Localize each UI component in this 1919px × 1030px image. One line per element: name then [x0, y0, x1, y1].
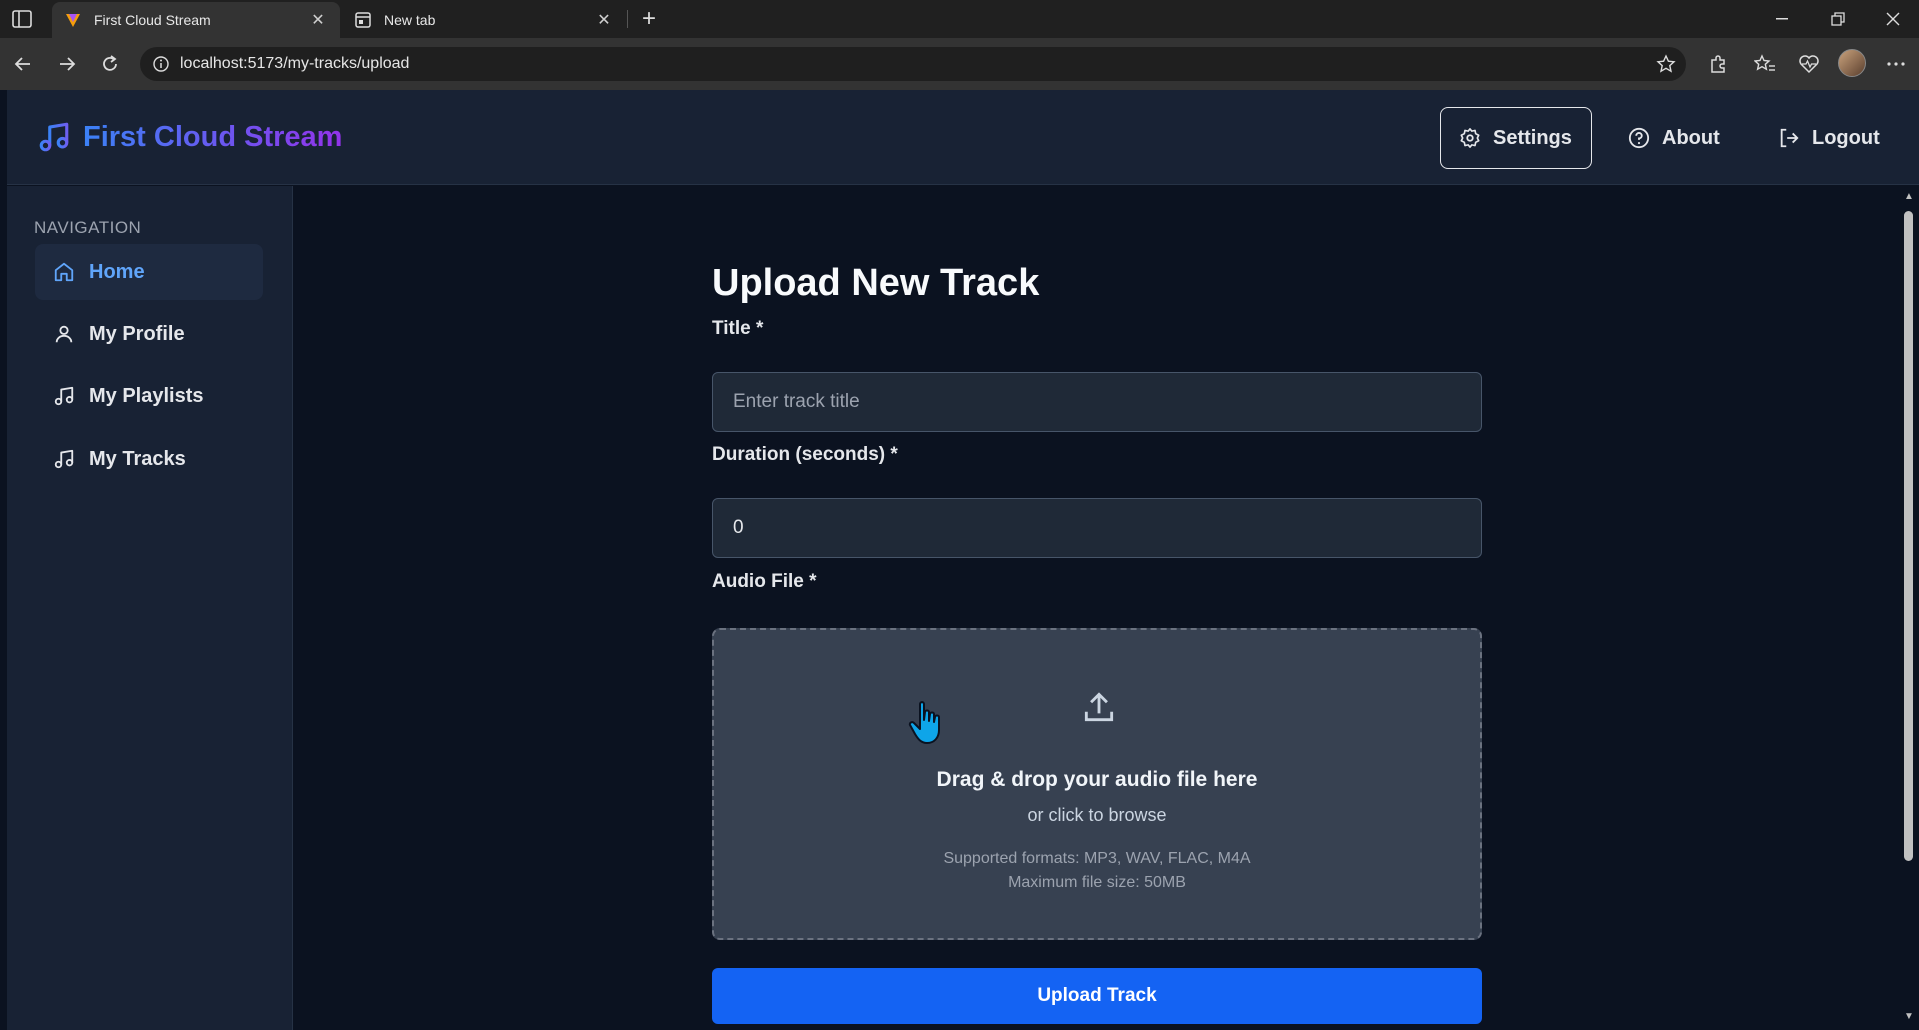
minimize-icon[interactable]: [1759, 0, 1805, 38]
top-navbar: First Cloud Stream Settings About Logout: [7, 90, 1919, 185]
brand-logo[interactable]: First Cloud Stream: [37, 120, 342, 154]
about-button[interactable]: About: [1610, 107, 1738, 169]
music-note-icon: [54, 386, 74, 406]
tab-close-icon[interactable]: ✕: [308, 10, 328, 30]
browser-tab-active[interactable]: First Cloud Stream ✕: [52, 2, 340, 38]
gear-icon: [1460, 128, 1480, 148]
upload-icon: [1084, 692, 1114, 722]
back-icon[interactable]: [9, 50, 37, 78]
user-icon: [55, 325, 73, 343]
url-bar[interactable]: localhost:5173/my-tracks/upload: [140, 47, 1686, 81]
logout-icon: [1780, 128, 1799, 148]
url-text: localhost:5173/my-tracks/upload: [180, 55, 410, 72]
audio-file-dropzone[interactable]: Drag & drop your audio file here or clic…: [712, 628, 1482, 940]
new-tab-icon: [354, 11, 372, 29]
title-field-label: Title *: [712, 318, 764, 339]
scrollbar-thumb[interactable]: [1904, 211, 1913, 861]
dropzone-title: Drag & drop your audio file here: [936, 768, 1258, 791]
hand-cursor-icon: [908, 701, 940, 744]
app-root: First Cloud Stream Settings About Logout…: [7, 90, 1919, 1030]
restore-icon[interactable]: [1815, 0, 1861, 38]
tab-divider: [627, 10, 628, 28]
upload-track-page: Upload New Track Title * Duration (secon…: [294, 186, 1899, 1030]
new-tab-button[interactable]: +: [636, 5, 662, 32]
max-file-size-text: Maximum file size: 50MB: [1008, 874, 1186, 891]
scroll-down-icon[interactable]: ▼: [1903, 1012, 1915, 1022]
tab-actions-icon[interactable]: [12, 10, 32, 28]
track-title-input[interactable]: [712, 372, 1482, 432]
sidebar-item-label: My Tracks: [89, 447, 186, 470]
sidebar-item-label: My Playlists: [89, 384, 204, 407]
tab-title: First Cloud Stream: [94, 12, 211, 28]
sidebar-item-label: My Profile: [89, 322, 185, 345]
logout-button[interactable]: Logout: [1760, 107, 1898, 169]
music-note-icon: [54, 449, 74, 469]
scroll-up-icon[interactable]: ▲: [1903, 192, 1915, 202]
help-circle-icon: [1628, 127, 1650, 149]
browser-essentials-icon[interactable]: [1795, 50, 1823, 78]
tab-title: New tab: [384, 12, 436, 28]
duration-field-label: Duration (seconds) *: [712, 444, 898, 465]
page-scrollbar[interactable]: ▲ ▼: [1899, 186, 1919, 1030]
tab-close-icon[interactable]: ✕: [594, 10, 614, 30]
audio-file-label: Audio File *: [712, 571, 817, 592]
sidebar: NAVIGATION Home My Profile My Playlists …: [7, 186, 293, 1030]
forward-icon[interactable]: [53, 50, 81, 78]
extensions-icon[interactable]: [1704, 50, 1732, 78]
sidebar-item-my-profile[interactable]: My Profile: [35, 306, 263, 362]
favorites-icon[interactable]: [1751, 50, 1779, 78]
sidebar-heading: NAVIGATION: [34, 218, 142, 237]
more-menu-icon[interactable]: [1882, 50, 1910, 78]
dropzone-browse-hint: or click to browse: [1027, 805, 1167, 825]
sidebar-item-my-playlists[interactable]: My Playlists: [35, 368, 263, 424]
supported-formats-text: Supported formats: MP3, WAV, FLAC, M4A: [943, 850, 1251, 867]
app-favicon-icon: [64, 11, 82, 29]
home-icon: [54, 262, 74, 282]
settings-button[interactable]: Settings: [1440, 107, 1592, 169]
page-title: Upload New Track: [712, 262, 1040, 304]
reload-icon[interactable]: [96, 50, 124, 78]
sidebar-item-my-tracks[interactable]: My Tracks: [35, 431, 263, 487]
about-label: About: [1662, 126, 1720, 149]
site-info-icon[interactable]: [152, 55, 170, 73]
profile-avatar[interactable]: [1838, 49, 1866, 77]
favorite-star-icon[interactable]: [1656, 54, 1676, 79]
sidebar-item-label: Home: [89, 260, 145, 283]
sidebar-item-home[interactable]: Home: [35, 244, 263, 300]
upload-track-button[interactable]: Upload Track: [712, 968, 1482, 1024]
logout-label: Logout: [1812, 126, 1880, 149]
browser-tab-bar: First Cloud Stream ✕ New tab ✕ +: [0, 0, 1919, 38]
close-window-icon[interactable]: [1870, 0, 1916, 38]
browser-address-bar: localhost:5173/my-tracks/upload: [0, 38, 1919, 90]
settings-label: Settings: [1493, 126, 1572, 149]
browser-tab[interactable]: New tab ✕: [342, 2, 626, 38]
duration-input[interactable]: [712, 498, 1482, 558]
music-note-icon: [39, 122, 69, 152]
brand-name: First Cloud Stream: [83, 120, 343, 153]
